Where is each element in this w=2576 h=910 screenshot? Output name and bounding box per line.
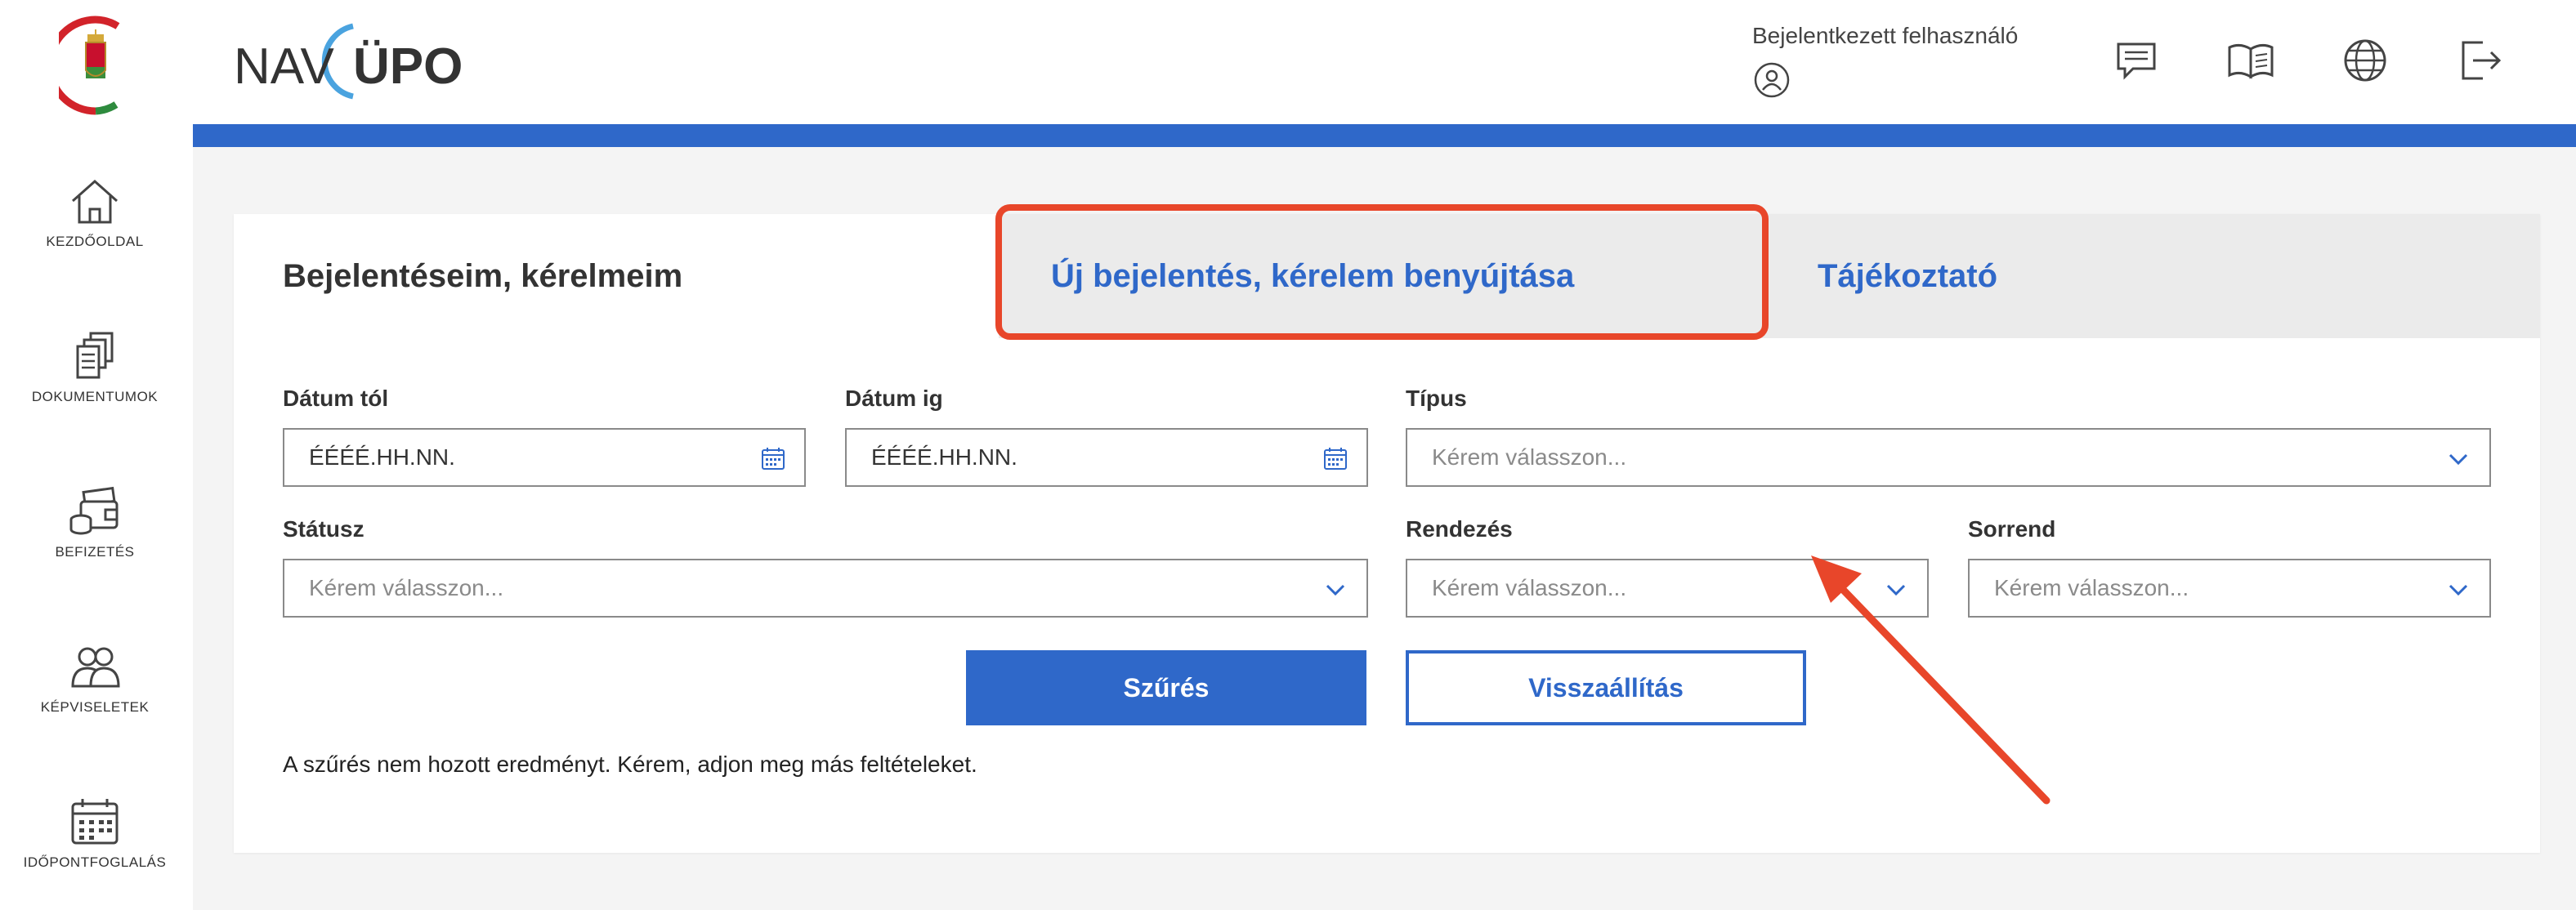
sidebar-item-label: IDŐPONTFOGLALÁS: [23, 854, 167, 870]
nav-upo-logo[interactable]: NAV ÜPO: [230, 16, 476, 106]
logo-nav-text: NAV: [234, 38, 335, 95]
date-from-label: Dátum tól: [283, 386, 389, 411]
chevron-down-icon: [2449, 584, 2468, 596]
logout-icon[interactable]: [2455, 36, 2504, 85]
status-select[interactable]: Kérem válasszon...: [283, 559, 1368, 618]
requests-card: Bejelentéseim, kérelmeim Új bejelentés, …: [234, 204, 2540, 853]
hungarian-coat-of-arms-logo[interactable]: [59, 15, 132, 116]
tab-bar: Bejelentéseim, kérelmeim Új bejelentés, …: [234, 204, 2540, 340]
home-icon: [72, 179, 118, 224]
sidebar-item-payment[interactable]: BEFIZETÉS: [0, 485, 190, 560]
logo-upo-text: ÜPO: [353, 38, 463, 95]
sidebar-item-label: DOKUMENTUMOK: [31, 389, 159, 404]
tab-information[interactable]: Tájékoztató: [1765, 214, 2540, 338]
header: NAV ÜPO Bejelentkezett felhasználó: [193, 0, 2576, 124]
tab-my-requests[interactable]: Bejelentéseim, kérelmeim: [234, 214, 999, 338]
tab-new-request[interactable]: Új bejelentés, kérelem benyújtása: [999, 214, 1765, 338]
sort-by-label: Rendezés: [1406, 516, 1513, 542]
date-to-value: ÉÉÉÉ.HH.NN.: [871, 444, 1017, 470]
status-label: Státusz: [283, 516, 364, 542]
order-label: Sorrend: [1968, 516, 2056, 542]
calendar-icon: [71, 799, 119, 845]
date-from-value: ÉÉÉÉ.HH.NN.: [309, 444, 455, 470]
globe-icon[interactable]: [2341, 36, 2390, 85]
wallet-coins-icon: [69, 486, 119, 535]
type-label: Típus: [1406, 386, 1467, 411]
sidebar-item-appointment[interactable]: IDŐPONTFOGLALÁS: [0, 796, 190, 871]
status-placeholder: Kérem válasszon...: [309, 575, 504, 600]
order-placeholder: Kérem válasszon...: [1994, 575, 2189, 600]
date-to-label: Dátum ig: [845, 386, 943, 411]
type-select[interactable]: Kérem válasszon...: [1406, 428, 2491, 487]
date-from-input[interactable]: ÉÉÉÉ.HH.NN.: [283, 428, 806, 487]
chevron-down-icon: [1886, 584, 1906, 596]
chevron-down-icon: [2449, 453, 2468, 466]
filter-button[interactable]: Szűrés: [966, 650, 1366, 725]
sidebar: KEZDŐOLDAL DOKUMENTUMOK BEFIZETÉS KÉPVIS…: [0, 0, 193, 910]
tab-label: Új bejelentés, kérelem benyújtása: [1051, 257, 1575, 294]
sidebar-item-label: BEFIZETÉS: [55, 544, 135, 560]
sidebar-item-home[interactable]: KEZDŐOLDAL: [0, 175, 190, 250]
type-placeholder: Kérem válasszon...: [1432, 444, 1627, 470]
sidebar-item-documents[interactable]: DOKUMENTUMOK: [0, 330, 190, 405]
chevron-down-icon: [1326, 584, 1345, 596]
sidebar-item-label: KÉPVISELETEK: [40, 699, 150, 715]
calendar-icon[interactable]: [760, 446, 786, 472]
date-to-input[interactable]: ÉÉÉÉ.HH.NN.: [845, 428, 1368, 487]
sort-by-placeholder: Kérem válasszon...: [1432, 575, 1627, 600]
calendar-icon[interactable]: [1322, 446, 1348, 472]
documents-icon: [76, 332, 114, 379]
tab-label: Bejelentéseim, kérelmeim: [283, 257, 683, 294]
sidebar-item-representations[interactable]: KÉPVISELETEK: [0, 640, 190, 716]
manual-book-icon[interactable]: [2226, 36, 2275, 85]
people-icon: [71, 647, 120, 688]
no-results-message: A szűrés nem hozott eredményt. Kérem, ad…: [283, 752, 977, 777]
reset-button[interactable]: Visszaállítás: [1406, 650, 1806, 725]
sidebar-item-label: KEZDŐOLDAL: [46, 234, 144, 249]
order-select[interactable]: Kérem válasszon...: [1968, 559, 2491, 618]
header-accent-bar: [193, 124, 2576, 147]
tab-label: Tájékoztató: [1818, 257, 1998, 294]
logged-in-user-label: Bejelentkezett felhasználó: [1752, 23, 2019, 48]
message-icon[interactable]: [2112, 36, 2161, 85]
user-avatar-icon[interactable]: [1752, 60, 1791, 100]
sort-by-select[interactable]: Kérem válasszon...: [1406, 559, 1929, 618]
